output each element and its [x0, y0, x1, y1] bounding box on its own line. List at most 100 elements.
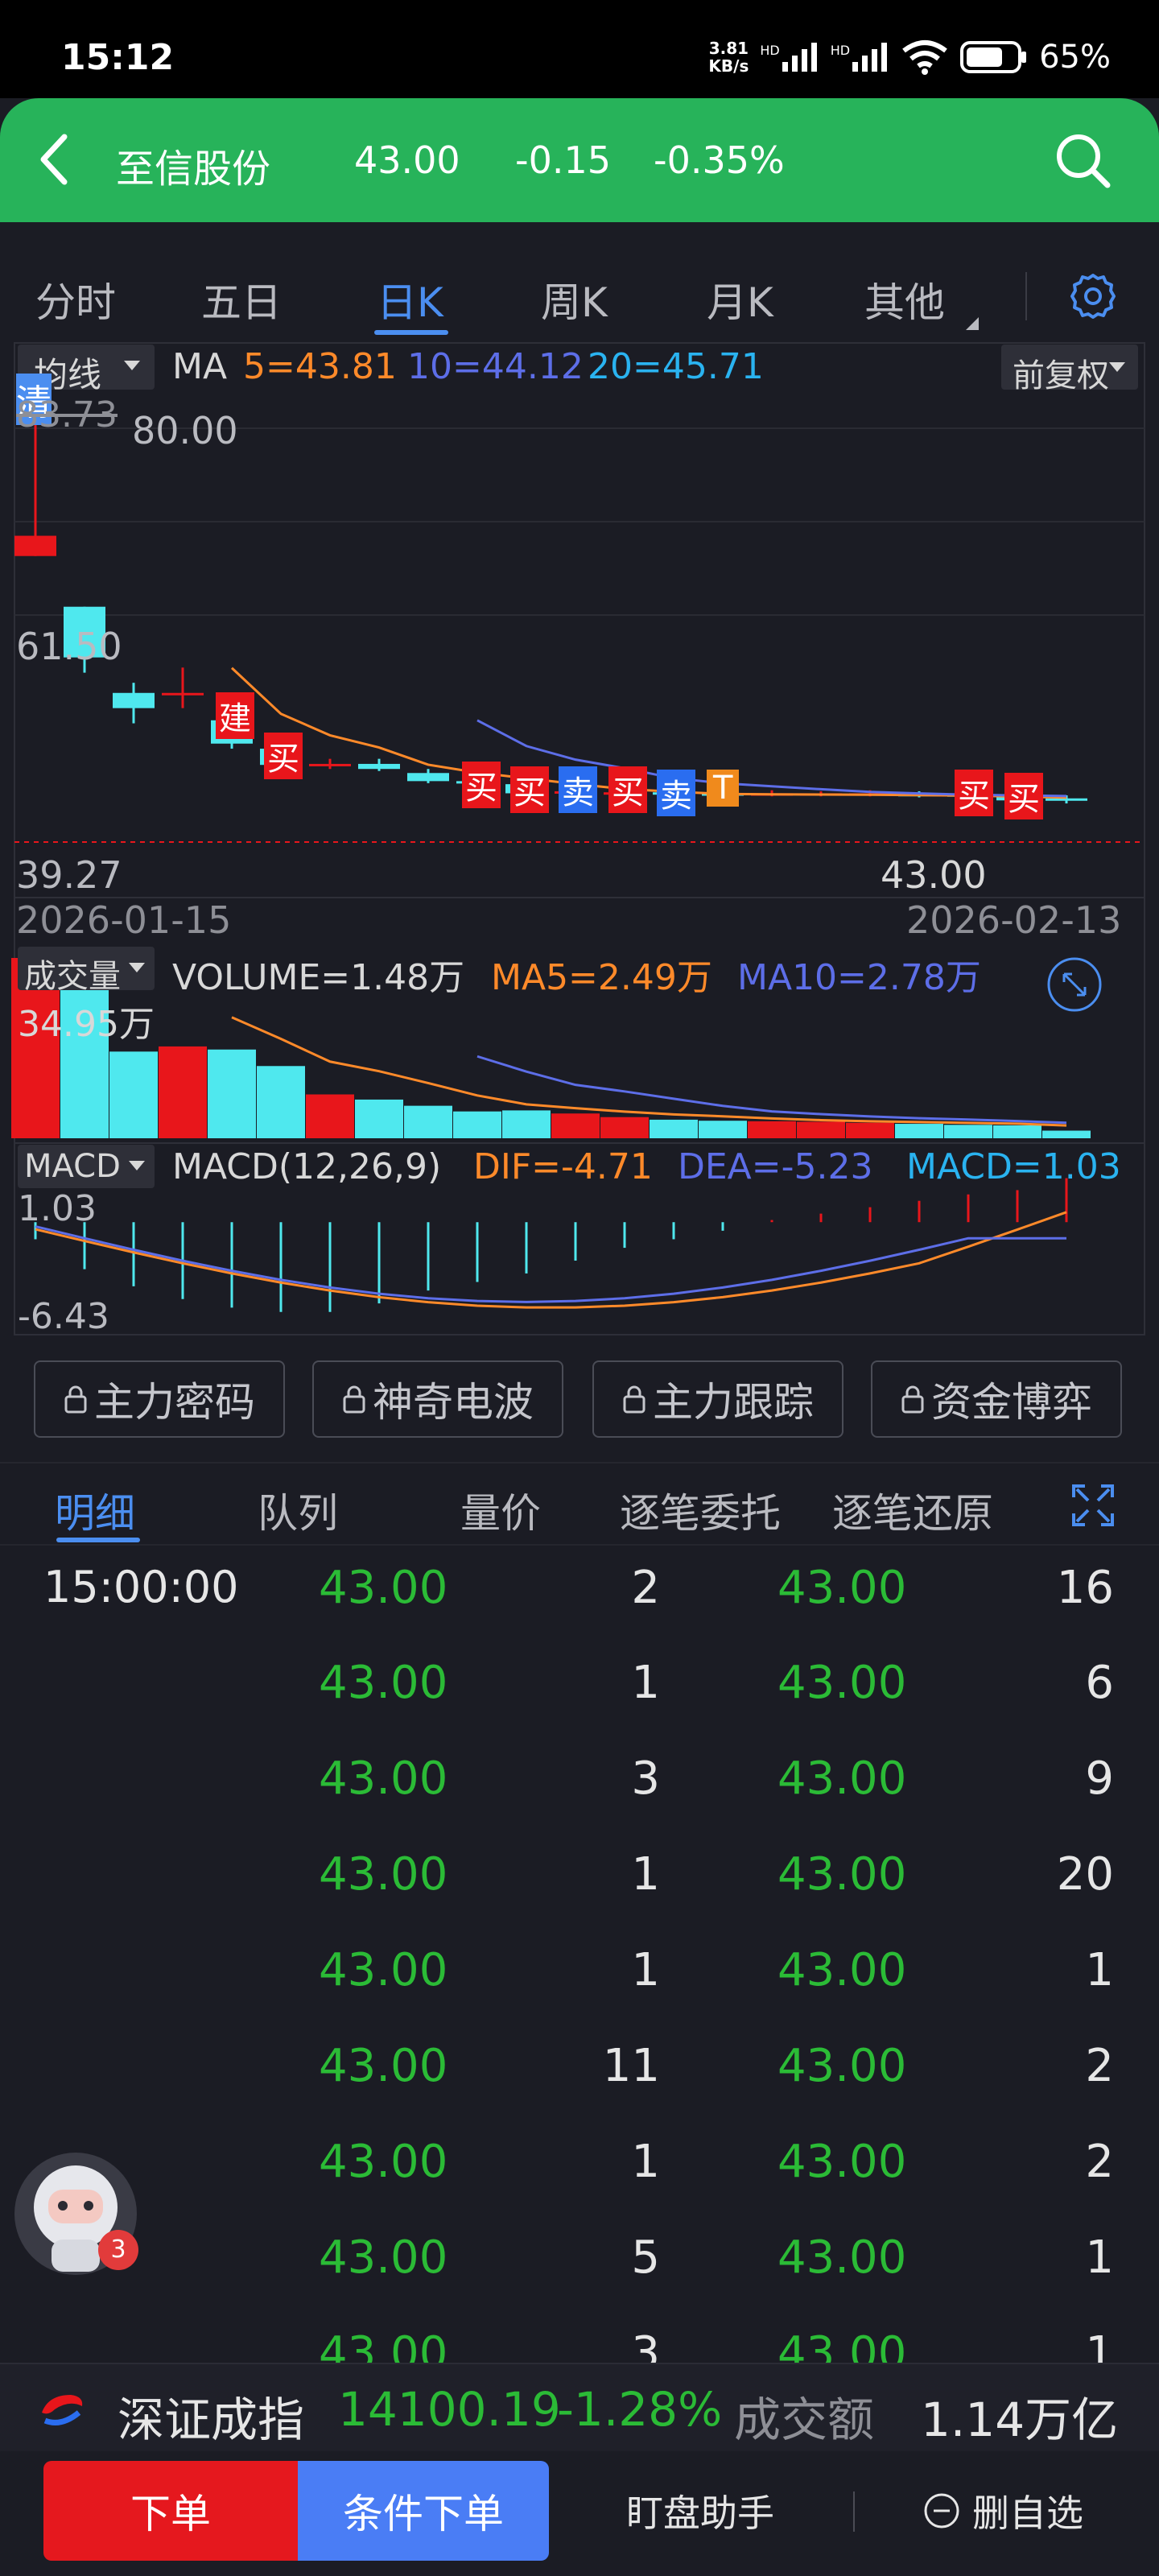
stock-change: -0.15 [515, 138, 612, 182]
fullscreen-icon[interactable] [1070, 1483, 1116, 1528]
volume-bar [257, 1066, 305, 1138]
feature-magic-wave[interactable]: 神奇电波 [312, 1360, 563, 1438]
tab-queue[interactable]: 队列 [258, 1481, 338, 1539]
marker-sell[interactable]: 卖 [657, 770, 695, 816]
ma-label: MA [172, 346, 228, 387]
macd-select[interactable]: MACD [18, 1145, 155, 1188]
back-icon[interactable] [31, 127, 79, 192]
marker-sell[interactable]: 卖 [559, 766, 597, 813]
status-bar: 15:12 3.81 KB/s HD HD 65% [0, 0, 1159, 98]
lock-icon [64, 1385, 87, 1414]
tab-weekly-k[interactable]: 周K [541, 270, 608, 328]
marker-buy[interactable]: 买 [264, 733, 303, 779]
candle-body [113, 692, 155, 708]
watch-helper-button[interactable]: 盯盘助手 [596, 2461, 805, 2561]
ma20-value: 20=45.71 [588, 346, 764, 387]
divider [0, 1462, 1159, 1463]
conditional-order-button[interactable]: 条件下单 [298, 2461, 549, 2561]
candle-body [162, 692, 204, 696]
trade-row: 43.00 1 43.00 2 [319, 2136, 1114, 2188]
index-change-pct: -1.28% [557, 2382, 723, 2437]
dropdown-corner-icon [966, 317, 979, 330]
volume-select[interactable]: 成交量 [18, 947, 155, 995]
volume-bar [208, 1049, 256, 1138]
stock-name: 至信股份 [116, 147, 271, 192]
dif-line [35, 1211, 1067, 1309]
candle-body [309, 763, 351, 766]
tab-tick-orders[interactable]: 逐笔委托 [620, 1481, 781, 1539]
feature-capital-game[interactable]: 资金博弈 [871, 1360, 1122, 1438]
tab-timeshare[interactable]: 分时 [35, 270, 116, 328]
ma5-line [230, 667, 1067, 799]
trade-list[interactable]: 15:00:00 43.00 2 43.00 16 43.00 1 43.00 6 43.00… [0, 1562, 1159, 2363]
y-axis-mid: 61.50 [16, 625, 122, 668]
vol-max-label: 34.95万 [18, 1004, 155, 1045]
trade-row: 43.00 5 43.00 1 [319, 2231, 1114, 2284]
volume-bar [551, 1113, 600, 1138]
search-icon[interactable] [1053, 130, 1112, 190]
kline-chart[interactable]: 均线 清 MA 5=43.81 10=44.12 20=45.71 前复权 83… [0, 338, 1159, 1340]
exchange-logo-icon [42, 2395, 83, 2425]
macd-value: MACD=1.03 [906, 1146, 1121, 1187]
index-ticker-bar[interactable]: 深证成指 14100.19 -1.28% 成交额 1.14万亿 [0, 2363, 1159, 2453]
wifi-icon [902, 40, 947, 75]
marker-buy[interactable]: 买 [510, 766, 549, 813]
volume-bar [453, 1111, 501, 1138]
signal-icon: HD [760, 43, 819, 72]
settings-icon[interactable] [1067, 270, 1119, 322]
index-name: 深证成指 [118, 2392, 305, 2447]
feature-main-tracking[interactable]: 主力跟踪 [592, 1360, 843, 1438]
tab-tick-restore[interactable]: 逐笔还原 [832, 1481, 993, 1539]
volume-bar [159, 1046, 207, 1138]
tab-five-day[interactable]: 五日 [201, 270, 282, 328]
tab-volume-price[interactable]: 量价 [460, 1481, 541, 1539]
tab-detail[interactable]: 明细 [55, 1481, 135, 1539]
tab-daily-k[interactable]: 日K [377, 270, 443, 328]
volume-bar [1042, 1130, 1091, 1138]
divider [1025, 272, 1027, 320]
volume-bar [846, 1122, 894, 1138]
feature-main-password[interactable]: 主力密码 [34, 1360, 285, 1438]
tab-other[interactable]: 其他 [864, 270, 945, 328]
tab-active-underline [374, 330, 448, 335]
marker-t[interactable]: T [707, 770, 740, 807]
ma5-value: 5=43.81 [243, 346, 397, 387]
high-price-label: 83.73 [16, 394, 118, 436]
marker-buy[interactable]: 买 [955, 770, 993, 816]
candle-body [1046, 798, 1087, 801]
trade-row: 43.00 3 43.00 9 [319, 1752, 1114, 1805]
status-time: 15:12 [61, 37, 175, 78]
stock-price: 43.00 [354, 138, 460, 182]
tab-monthly-k[interactable]: 月K [707, 270, 773, 328]
lock-icon [901, 1385, 924, 1414]
volume-bar [355, 1099, 403, 1138]
candle-body [358, 763, 400, 770]
volume-bar [748, 1121, 796, 1138]
assistant-avatar[interactable]: 3 [11, 2149, 140, 2278]
marker-build[interactable]: 建 [216, 692, 254, 739]
vol-ma10-line [476, 1055, 1067, 1125]
adjust-select[interactable]: 前复权 [1001, 345, 1138, 394]
ma10-value: 10=44.12 [407, 346, 584, 387]
order-button[interactable]: 下单 [43, 2461, 298, 2561]
divider [853, 2491, 855, 2532]
marker-buy[interactable]: 买 [1004, 773, 1043, 819]
candle-body [407, 773, 449, 782]
y-axis-low: 39.27 [16, 853, 122, 897]
marker-buy[interactable]: 买 [462, 762, 501, 808]
volume-bar [600, 1117, 649, 1138]
volume-value: VOLUME=1.48万 [172, 957, 465, 998]
macd-dif: DIF=-4.71 [473, 1146, 653, 1187]
turnover-value: 1.14万亿 [921, 2392, 1119, 2447]
macd-dea: DEA=-5.23 [678, 1146, 873, 1187]
vol-ma5: MA5=2.49万 [491, 957, 712, 998]
marker-buy[interactable]: 买 [608, 766, 647, 813]
turnover-label: 成交额 [734, 2392, 875, 2447]
volume-bar [404, 1105, 452, 1138]
remove-watchlist-button[interactable]: 删自选 [922, 2461, 1083, 2561]
trade-row: 43.00 3 43.00 1 [319, 2327, 1114, 2363]
volume-bar [944, 1125, 992, 1138]
macd-params: MACD(12,26,9) [172, 1146, 442, 1187]
status-icons: 3.81 KB/s HD HD 65% [708, 39, 1111, 76]
expand-icon[interactable] [1046, 956, 1103, 1013]
